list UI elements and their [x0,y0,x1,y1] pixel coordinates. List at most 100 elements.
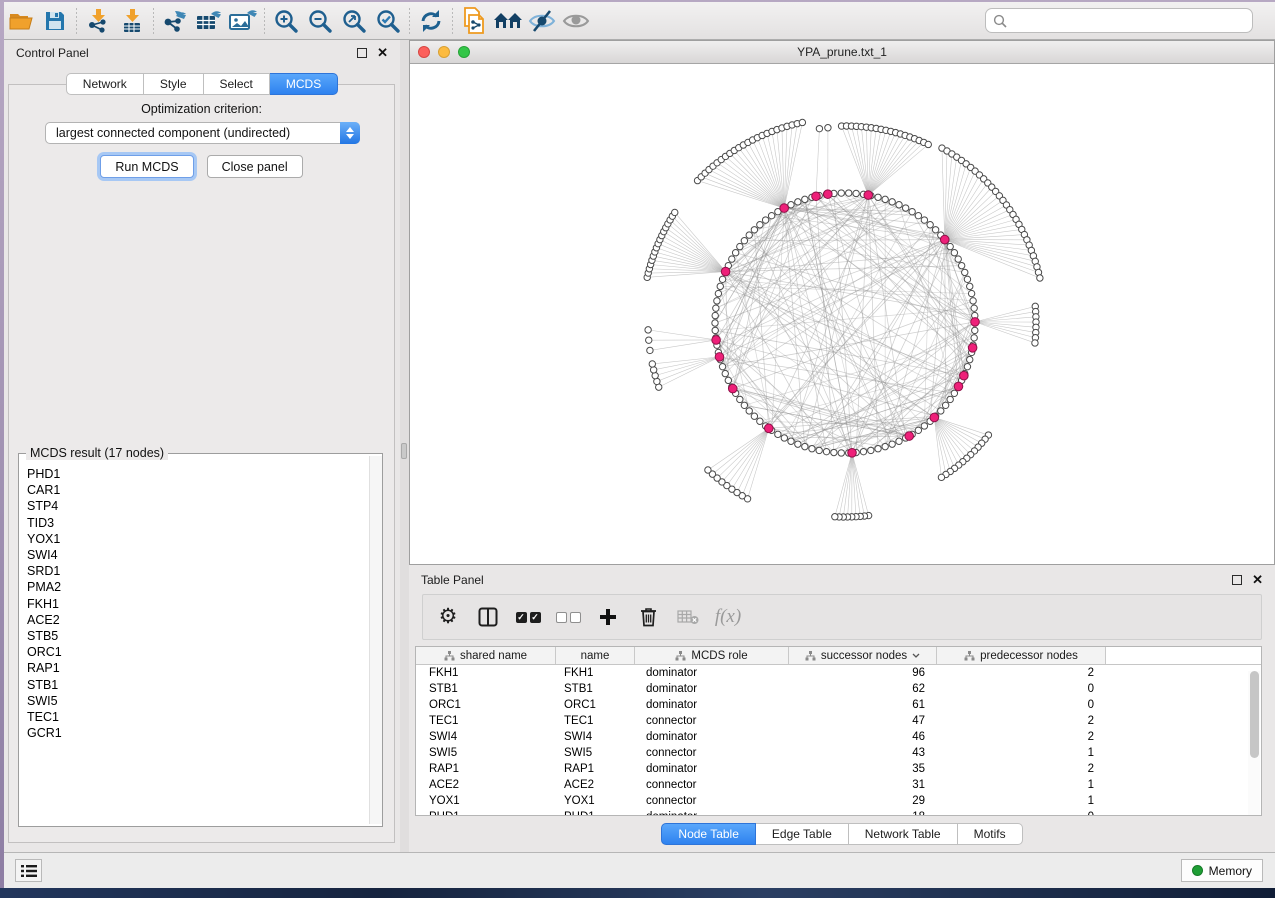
network-node[interactable] [868,447,874,453]
dominator-node[interactable] [812,192,821,201]
network-node[interactable] [719,363,725,369]
leaf-node[interactable] [925,141,931,147]
mcds-list-scrollbar[interactable] [369,456,382,824]
dominator-node[interactable] [905,432,914,441]
network-node[interactable] [757,418,763,424]
mcds-node-item[interactable]: SWI4 [27,547,368,563]
leaf-node[interactable] [645,327,651,333]
network-node[interactable] [947,396,953,402]
table-row[interactable]: STB1STB1dominator620 [416,681,1261,697]
table-row[interactable]: SWI4SWI4dominator462 [416,729,1261,745]
network-node[interactable] [938,408,944,414]
network-canvas[interactable] [410,64,1274,564]
network-node[interactable] [962,269,968,275]
show-all-eye-icon[interactable] [559,6,593,36]
zoom-fit-icon[interactable] [337,6,371,36]
network-node[interactable] [932,227,938,233]
network-node[interactable] [746,232,752,238]
dominator-node[interactable] [968,344,977,353]
table-row[interactable]: ORC1ORC1dominator610 [416,697,1261,713]
column-display-icon[interactable] [475,603,501,631]
leaf-node[interactable] [649,361,655,367]
network-node[interactable] [831,449,837,455]
float-panel-icon[interactable] [357,48,367,58]
network-node[interactable] [967,283,973,289]
table-row[interactable]: PHD1PHD1dominator180 [416,809,1261,816]
network-node[interactable] [964,276,970,282]
network-node[interactable] [951,250,957,256]
mcds-node-item[interactable]: STB1 [27,677,368,693]
network-node[interactable] [809,446,815,452]
network-node[interactable] [751,413,757,419]
close-panel-icon[interactable]: ✕ [377,48,388,58]
leaf-node[interactable] [672,209,678,215]
leaf-node[interactable] [647,347,653,353]
network-node[interactable] [823,448,829,454]
leaf-node[interactable] [816,125,822,131]
tab-network[interactable]: Network [66,73,144,95]
first-neighbors-houses-icon[interactable] [491,6,525,36]
zoom-selected-icon[interactable] [371,6,405,36]
network-node[interactable] [921,423,927,429]
network-node[interactable] [729,256,735,262]
network-node[interactable] [712,320,718,326]
network-node[interactable] [715,290,721,296]
network-node[interactable] [712,312,718,318]
float-panel-icon[interactable] [1232,575,1242,585]
network-node[interactable] [737,243,743,249]
mcds-node-item[interactable]: ACE2 [27,612,368,628]
network-node[interactable] [896,438,902,444]
export-table-icon[interactable] [192,6,226,36]
mcds-node-item[interactable]: RAP1 [27,660,368,676]
zoom-out-icon[interactable] [303,6,337,36]
dominator-node[interactable] [940,235,949,244]
leaf-node[interactable] [1032,340,1038,346]
network-node[interactable] [902,205,908,211]
network-node[interactable] [838,190,844,196]
network-node[interactable] [751,227,757,233]
network-node[interactable] [838,450,844,456]
table-row[interactable]: YOX1YOX1connector291 [416,793,1261,809]
network-node[interactable] [915,427,921,433]
network-node[interactable] [882,443,888,449]
mcds-node-item[interactable]: GCR1 [27,725,368,741]
dominator-node[interactable] [864,191,873,200]
network-node[interactable] [816,447,822,453]
mcds-node-item[interactable]: FKH1 [27,596,368,612]
network-node[interactable] [725,377,731,383]
network-node[interactable] [889,199,895,205]
table-settings-gear-icon[interactable]: ⚙ [435,603,461,631]
tab-motifs[interactable]: Motifs [958,823,1023,845]
leaf-node[interactable] [799,119,805,125]
network-node[interactable] [860,448,866,454]
dominator-node[interactable] [764,424,773,433]
table-scrollbar[interactable] [1248,671,1260,816]
table-row[interactable]: SWI5SWI5connector431 [416,745,1261,761]
network-node[interactable] [889,441,895,447]
dominator-node[interactable] [848,449,857,458]
optimization-criterion-select[interactable]: largest connected component (undirected) [45,122,360,144]
leaf-node[interactable] [938,474,944,480]
network-node[interactable] [955,256,961,262]
network-node[interactable] [970,298,976,304]
refresh-icon[interactable] [414,6,448,36]
network-node[interactable] [921,217,927,223]
clone-network-pages-icon[interactable] [457,6,491,36]
import-network-icon[interactable] [81,6,115,36]
network-node[interactable] [737,396,743,402]
close-panel-button[interactable]: Close panel [207,155,303,178]
tab-style[interactable]: Style [144,73,204,95]
network-node[interactable] [971,305,977,311]
network-node[interactable] [717,283,723,289]
mcds-node-item[interactable]: CAR1 [27,482,368,498]
mcds-node-item[interactable]: SRD1 [27,563,368,579]
network-node[interactable] [882,196,888,202]
network-node[interactable] [795,199,801,205]
vertical-splitter[interactable] [400,40,409,852]
table-row[interactable]: TEC1TEC1connector472 [416,713,1261,729]
dominator-node[interactable] [721,267,730,276]
column-header-predecessor-nodes[interactable]: predecessor nodes [937,647,1106,664]
tab-edge-table[interactable]: Edge Table [756,823,849,845]
network-node[interactable] [775,431,781,437]
tab-mcds[interactable]: MCDS [270,73,338,95]
